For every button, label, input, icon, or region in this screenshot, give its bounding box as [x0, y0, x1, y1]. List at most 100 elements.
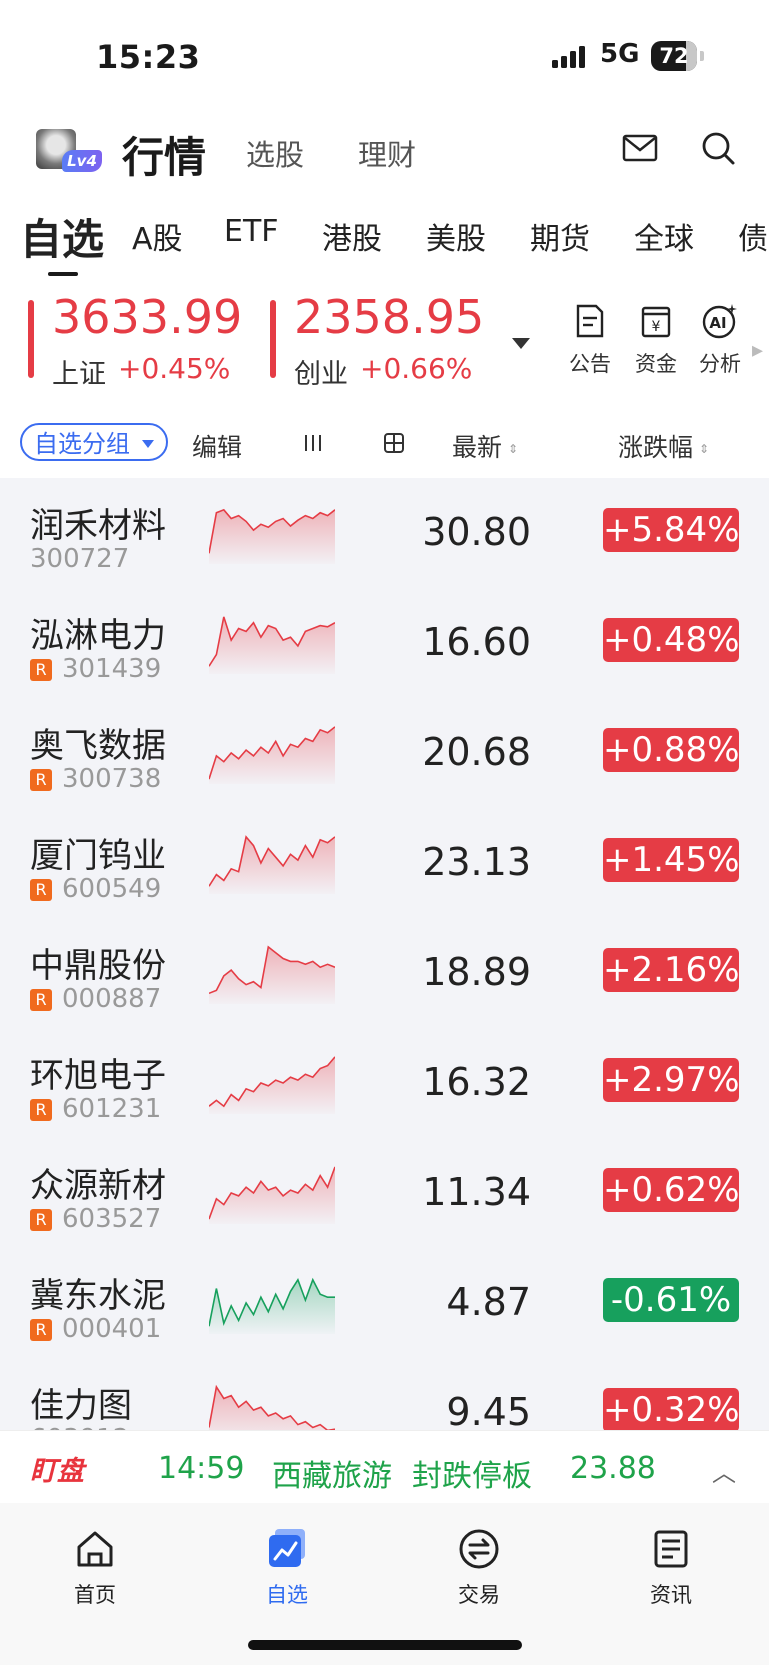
- sparkline-area: [209, 836, 335, 894]
- status-bar: 15:23 5G 72: [0, 0, 769, 110]
- market-alert-ticker[interactable]: 盯盘 14:59 西藏旅游 封跌停板 23.88 ︿: [0, 1430, 769, 1505]
- stock-code: 000401: [62, 1314, 162, 1344]
- ai-analysis-button[interactable]: AI 分析: [690, 302, 750, 378]
- level-badge: Lv4: [62, 150, 102, 172]
- tab-bonds[interactable]: 债: [738, 214, 768, 258]
- grid-view-icon[interactable]: [384, 433, 404, 453]
- tab-stock-picker[interactable]: 选股: [246, 132, 304, 174]
- stock-row[interactable]: 佳力图6039129.45+0.32%: [0, 1358, 769, 1430]
- nav-watchlist[interactable]: 自选: [242, 1527, 332, 1609]
- tab-wealth[interactable]: 理财: [358, 132, 416, 174]
- status-time: 15:23: [96, 38, 201, 76]
- index-marker: [270, 300, 276, 378]
- column-view-icon[interactable]: [303, 434, 323, 452]
- stock-list: 润禾材料 300727 30.80 +5.84% 泓淋电力 R 301439 16.60 +0.…: [0, 478, 769, 1430]
- chevron-right-icon[interactable]: ▸: [752, 338, 763, 363]
- sort-icon: ⇕: [508, 442, 519, 456]
- change-header[interactable]: 涨跌幅 ⇕: [618, 428, 709, 464]
- tab-futures[interactable]: 期货: [530, 214, 590, 258]
- latest-price: 16.60: [422, 620, 531, 664]
- stock-code-line: R 000401: [30, 1314, 161, 1344]
- stock-row[interactable]: 冀东水泥 R 000401 4.87 -0.61%: [0, 1248, 769, 1358]
- change-percent-badge: +0.62%: [603, 1168, 740, 1212]
- stock-row[interactable]: 环旭电子 R 601231 16.32 +2.97%: [0, 1028, 769, 1138]
- chevron-up-icon[interactable]: ︿: [712, 1453, 736, 1488]
- nav-home-label: 首页: [74, 1583, 116, 1607]
- stock-name: 佳力图: [30, 1386, 132, 1426]
- ai-analysis-label: 分析: [699, 352, 741, 376]
- search-icon[interactable]: [700, 130, 736, 166]
- latest-price: 4.87: [446, 1280, 531, 1324]
- tab-us-stocks[interactable]: 美股: [426, 214, 486, 258]
- page-title[interactable]: 行情: [122, 124, 206, 185]
- edit-button[interactable]: 编辑: [192, 428, 242, 464]
- stock-row[interactable]: 润禾材料 300727 30.80 +5.84%: [0, 478, 769, 588]
- stock-name: 中鼎股份: [30, 946, 166, 986]
- home-indicator: [248, 1640, 522, 1650]
- intraday-sparkline: [209, 1166, 335, 1224]
- change-percent-badge: +0.48%: [603, 618, 740, 662]
- stock-row[interactable]: 泓淋电力 R 301439 16.60 +0.48%: [0, 588, 769, 698]
- mail-icon[interactable]: [622, 130, 658, 166]
- stock-code-line: 300727: [30, 544, 129, 574]
- stock-row[interactable]: 奥飞数据 R 300738 20.68 +0.88%: [0, 698, 769, 808]
- margin-trading-badge: R: [30, 659, 52, 681]
- announcement-label: 公告: [569, 352, 611, 376]
- tab-watchlist[interactable]: 自选: [20, 206, 104, 267]
- chevron-down-icon: [142, 440, 154, 448]
- stock-code: 601231: [62, 1094, 162, 1124]
- sparkline-area: [209, 946, 335, 1004]
- stock-row[interactable]: 中鼎股份 R 000887 18.89 +2.16%: [0, 918, 769, 1028]
- stock-code-line: R 600549: [30, 874, 161, 904]
- stock-name: 泓淋电力: [30, 616, 166, 656]
- margin-trading-badge: R: [30, 769, 52, 791]
- change-percent-badge: +5.84%: [603, 508, 740, 552]
- ticker-time: 14:59: [158, 1451, 245, 1486]
- stock-code: 603527: [62, 1204, 162, 1234]
- tab-hk-stocks[interactable]: 港股: [322, 214, 382, 258]
- sort-icon: ⇕: [699, 442, 710, 456]
- latest-price: 16.32: [422, 1060, 531, 1104]
- watchlist-chart-icon: [269, 1529, 305, 1567]
- tab-a-shares[interactable]: A股: [132, 214, 183, 258]
- latest-price: 9.45: [446, 1390, 531, 1430]
- stock-code-line: R 300738: [30, 764, 161, 794]
- watchlist-group-select[interactable]: 自选分组: [20, 423, 168, 461]
- margin-trading-badge: R: [30, 879, 52, 901]
- intraday-sparkline: [209, 835, 335, 894]
- tab-etf[interactable]: ETF: [224, 214, 279, 249]
- ticker-event: 封跌停板: [412, 1459, 532, 1494]
- tab-global[interactable]: 全球: [634, 214, 694, 258]
- fund-button[interactable]: ¥ 资金: [626, 302, 686, 378]
- stock-row[interactable]: 众源新材 R 603527 11.34 +0.62%: [0, 1138, 769, 1248]
- change-header-label: 涨跌幅: [618, 433, 694, 462]
- active-tab-indicator: [48, 272, 78, 276]
- nav-home[interactable]: 首页: [50, 1527, 140, 1609]
- announcement-button[interactable]: 公告: [560, 302, 620, 378]
- watchlist-group-label: 自选分组: [34, 430, 130, 458]
- stock-name: 环旭电子: [30, 1056, 166, 1096]
- sparkline-area: [209, 616, 335, 674]
- index-change: +0.45%: [118, 352, 231, 385]
- intraday-sparkline: [209, 945, 335, 1004]
- latest-price-header[interactable]: 最新 ⇕: [452, 428, 518, 464]
- index-value: 2358.95: [294, 290, 485, 344]
- intraday-sparkline: [209, 1056, 335, 1114]
- stock-row[interactable]: 厦门钨业 R 600549 23.13 +1.45%: [0, 808, 769, 918]
- stock-name: 厦门钨业: [30, 836, 166, 876]
- change-percent-badge: +1.45%: [603, 838, 740, 882]
- market-category-tabs: 自选 A股 ETF 港股 美股 期货 全球 债: [0, 200, 769, 270]
- nav-trade[interactable]: 交易: [434, 1527, 524, 1609]
- index-dropdown-icon[interactable]: [512, 338, 530, 349]
- change-percent-badge: +0.88%: [603, 728, 740, 772]
- latest-price: 30.80: [422, 510, 531, 554]
- index-name: 上证: [52, 359, 106, 390]
- svg-text:¥: ¥: [652, 319, 661, 335]
- nav-news[interactable]: 资讯: [626, 1527, 716, 1609]
- battery-level: 72: [659, 44, 689, 68]
- stock-code-line: R 301439: [30, 654, 161, 684]
- trade-exchange-icon: [459, 1529, 499, 1569]
- stock-code: 301439: [62, 654, 162, 684]
- margin-trading-badge: R: [30, 1319, 52, 1341]
- sparkline-area: [209, 1166, 335, 1224]
